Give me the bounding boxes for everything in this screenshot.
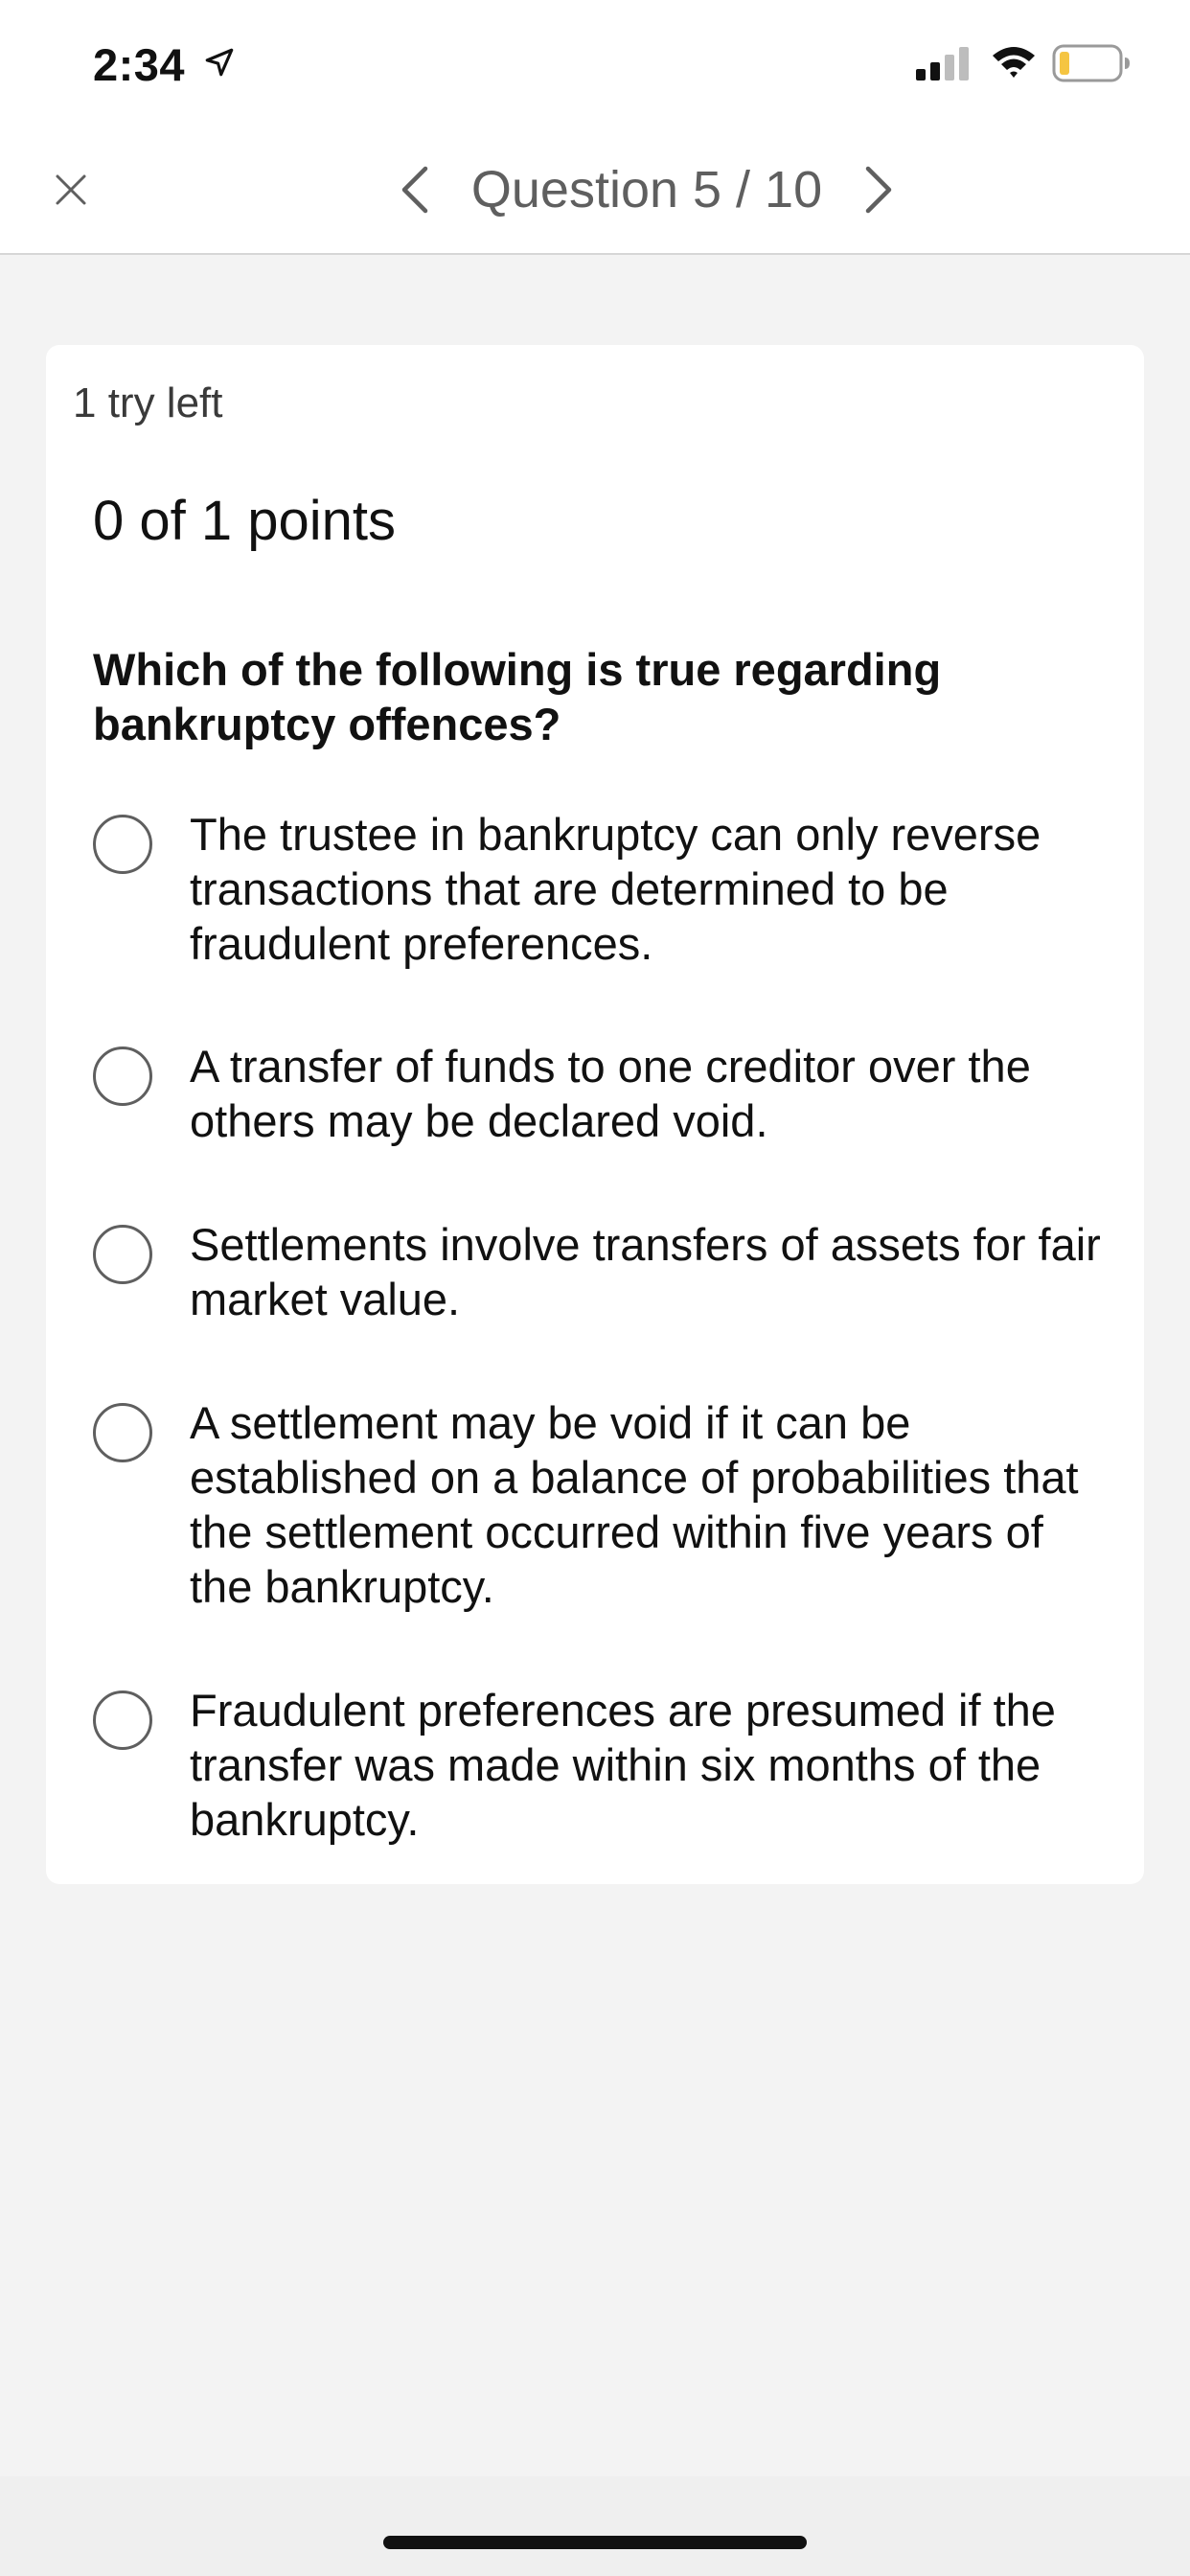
wifi-icon [993, 47, 1035, 78]
location-arrow-icon [205, 48, 234, 77]
status-time: 2:34 [93, 39, 186, 90]
answer-option-label: A transfer of funds to one creditor over… [190, 1041, 1031, 1146]
answer-option-label: Fraudulent preferences are presumed if t… [190, 1685, 1056, 1845]
home-indicator[interactable] [383, 2536, 807, 2549]
radio-button[interactable] [93, 815, 152, 874]
question-card: 1 try left 0 of 1 points Which of the fo… [46, 345, 1144, 1884]
chevron-left-icon[interactable] [391, 161, 439, 218]
tries-left-label: 1 try left [73, 380, 223, 426]
answer-option-label: The trustee in bankruptcy can only rever… [190, 809, 1041, 969]
answer-option-label: Settlements involve transfers of assets … [190, 1219, 1101, 1324]
question-counter: Question 5 / 10 [470, 161, 823, 218]
chevron-right-icon[interactable] [855, 161, 903, 218]
radio-button[interactable] [93, 1046, 152, 1106]
cellular-signal-icon [916, 47, 969, 80]
status-bar: 2:34 [0, 0, 1190, 126]
question-text: Which of the following is true regarding… [93, 644, 942, 749]
points-label: 0 of 1 points [93, 490, 396, 552]
answer-option-label: A settlement may be void if it can be es… [190, 1397, 1079, 1612]
bottom-safe-area [0, 2476, 1190, 2576]
radio-button[interactable] [93, 1690, 152, 1750]
close-icon[interactable] [50, 169, 92, 211]
radio-button[interactable] [93, 1403, 152, 1462]
radio-button[interactable] [93, 1225, 152, 1284]
battery-low-icon [1052, 44, 1130, 82]
question-nav-bar: Question 5 / 10 [0, 126, 1190, 255]
